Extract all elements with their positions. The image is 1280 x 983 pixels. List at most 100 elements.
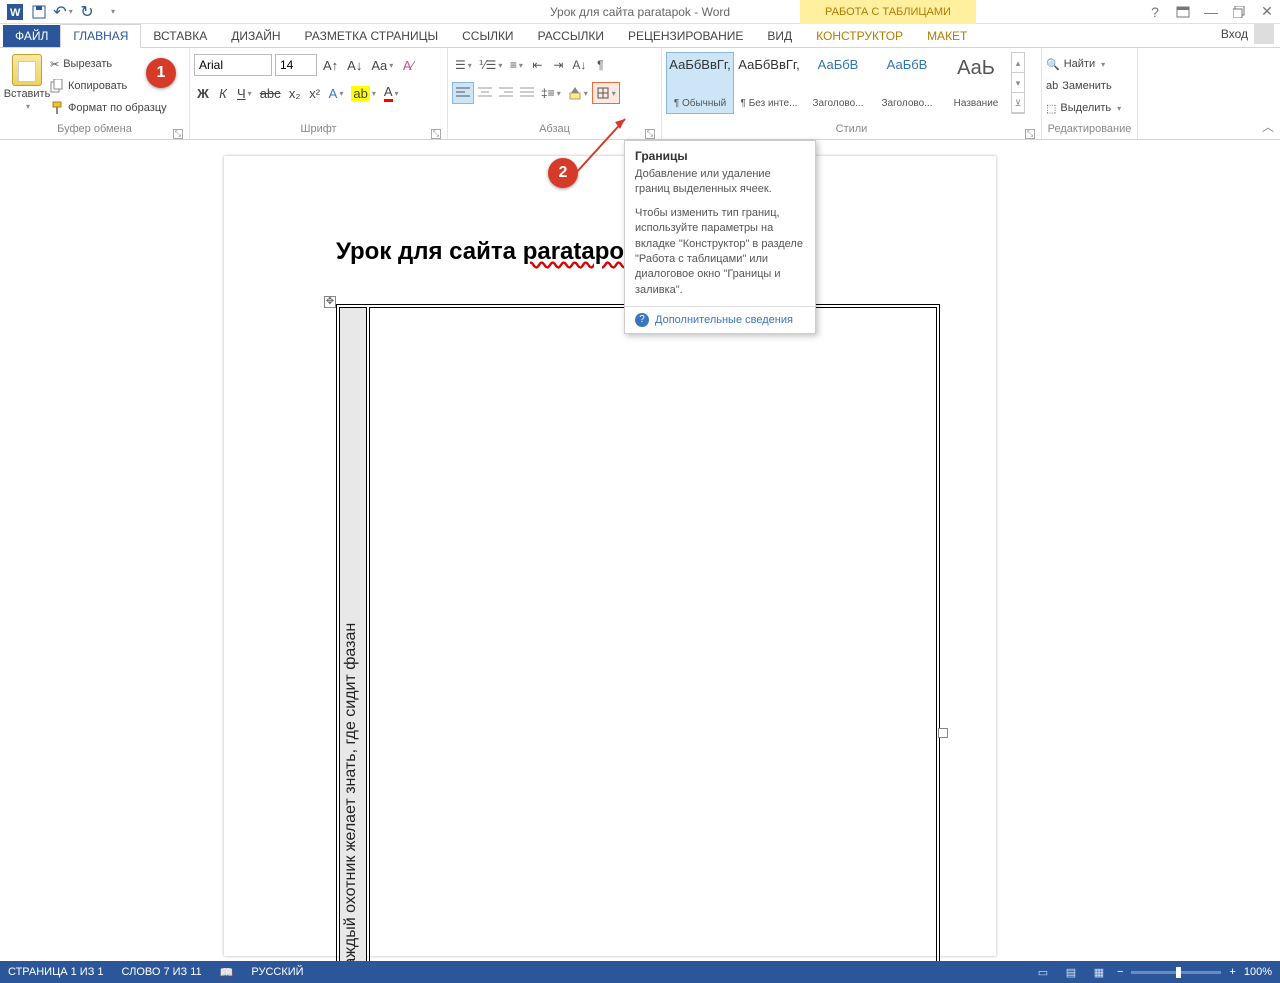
zoom-slider[interactable] (1131, 971, 1221, 974)
restore-button[interactable] (1230, 3, 1248, 21)
replace-icon: ab (1046, 80, 1058, 92)
undo-button[interactable]: ↶▾ (54, 3, 72, 21)
help-button[interactable]: ? (1146, 3, 1164, 21)
subscript-button[interactable]: x₂ (286, 82, 304, 104)
style-preview: АаЬ (957, 57, 995, 80)
zoom-in-button[interactable]: + (1229, 966, 1235, 978)
find-button[interactable]: 🔍Найти▾ (1046, 54, 1121, 74)
justify-button[interactable] (517, 82, 537, 104)
align-center-button[interactable] (475, 82, 495, 104)
tab-design[interactable]: ДИЗАЙН (219, 25, 292, 47)
status-words[interactable]: СЛОВО 7 ИЗ 11 (122, 966, 202, 978)
redo-button[interactable]: ↻ (78, 3, 96, 21)
save-button[interactable] (30, 3, 48, 21)
tooltip-more-link[interactable]: ?Дополнительные сведения (625, 306, 815, 333)
print-layout-button[interactable]: ▤ (1061, 964, 1081, 980)
align-left-button[interactable] (452, 82, 474, 104)
table-move-handle[interactable]: ✥ (324, 296, 336, 308)
style-no-spacing[interactable]: АаБбВвГг,¶ Без инте... (735, 52, 803, 114)
group-paragraph: ☰▾ ⅟☰▾ ≡▾ ⇤ ⇥ A↓ ¶ ‡≡▾ ▾ ▾ Абзац⤡ (448, 48, 662, 139)
tab-page-layout[interactable]: РАЗМЕТКА СТРАНИЦЫ (293, 25, 451, 47)
change-case-button[interactable]: Aa▾ (368, 54, 396, 76)
help-icon: ? (635, 313, 649, 327)
table-cell-vertical[interactable]: Каждый охотник желает знать, где сидит ф… (339, 307, 367, 961)
style-normal[interactable]: АаБбВвГг,¶ Обычный (666, 52, 734, 114)
page[interactable]: Урок для сайта paratapol ✥ Каждый охотни… (224, 156, 996, 956)
borders-button[interactable]: ▾ (592, 82, 620, 104)
clear-format-button[interactable]: A⁄ (399, 54, 417, 76)
replace-button[interactable]: abЗаменить (1046, 76, 1121, 96)
tooltip-title: Границы (625, 141, 815, 167)
minimize-button[interactable]: — (1202, 3, 1220, 21)
style-heading2[interactable]: АаБбВЗаголово... (873, 52, 941, 114)
tab-mailings[interactable]: РАССЫЛКИ (526, 25, 616, 47)
strike-button[interactable]: abc (257, 82, 284, 104)
paragraph-dialog-launcher[interactable]: ⤡ (645, 129, 655, 139)
bold-button[interactable]: Ж (194, 82, 212, 104)
web-layout-button[interactable]: ▦ (1089, 964, 1109, 980)
tab-home[interactable]: ГЛАВНАЯ (60, 24, 141, 48)
document-table[interactable]: Каждый охотник желает знать, где сидит ф… (336, 304, 940, 961)
grow-font-button[interactable]: A↑ (320, 54, 341, 76)
show-marks-button[interactable]: ¶ (590, 54, 610, 76)
clipboard-dialog-launcher[interactable]: ⤡ (173, 129, 183, 139)
text-effects-button[interactable]: A▾ (326, 82, 347, 104)
qat-customize[interactable]: ▾ (104, 3, 122, 21)
underline-button[interactable]: Ч▾ (234, 82, 255, 104)
font-dialog-launcher[interactable]: ⤡ (431, 129, 441, 139)
multilevel-button[interactable]: ≡▾ (506, 54, 526, 76)
proofing-icon[interactable]: 📖 (220, 966, 234, 979)
superscript-button[interactable]: x² (306, 82, 324, 104)
font-name-combo[interactable] (194, 54, 272, 76)
italic-button[interactable]: К (214, 82, 232, 104)
close-button[interactable]: ✕ (1258, 3, 1276, 21)
table-resize-handle[interactable] (938, 728, 948, 738)
ribbon: Вставить ▾ ✂Вырезать Копировать Формат п… (0, 48, 1280, 140)
callout-1: 1 (146, 58, 176, 88)
tab-table-design[interactable]: КОНСТРУКТОР (804, 25, 915, 47)
editing-group-label: Редактирование (1046, 123, 1133, 139)
numbering-button[interactable]: ⅟☰▾ (476, 54, 506, 76)
style-name: ¶ Обычный (674, 98, 726, 109)
zoom-out-button[interactable]: − (1117, 966, 1123, 978)
status-language[interactable]: РУССКИЙ (251, 966, 303, 978)
window-title: Урок для сайта paratapok - Word (550, 5, 730, 19)
styles-gallery[interactable]: АаБбВвГг,¶ Обычный АаБбВвГг,¶ Без инте..… (666, 50, 1037, 123)
font-color-button[interactable]: A▾ (381, 82, 402, 104)
styles-dialog-launcher[interactable]: ⤡ (1025, 129, 1035, 139)
bullets-button[interactable]: ☰▾ (452, 54, 475, 76)
sort-button[interactable]: A↓ (569, 54, 589, 76)
line-spacing-button[interactable]: ‡≡▾ (538, 82, 564, 104)
table-cell-empty[interactable] (369, 307, 937, 961)
tab-table-layout[interactable]: МАКЕТ (915, 25, 979, 47)
document-heading: Урок для сайта paratapol (336, 238, 631, 266)
tab-view[interactable]: ВИД (755, 25, 804, 47)
login-area[interactable]: Вход (1221, 24, 1274, 44)
tab-insert[interactable]: ВСТАВКА (141, 25, 219, 47)
align-right-button[interactable] (496, 82, 516, 104)
read-mode-button[interactable]: ▭ (1033, 964, 1053, 980)
decrease-indent-button[interactable]: ⇤ (527, 54, 547, 76)
shrink-font-button[interactable]: A↓ (344, 54, 365, 76)
ribbon-display-button[interactable] (1174, 3, 1192, 21)
highlight-button[interactable]: ab▾ (348, 82, 378, 104)
collapse-ribbon-button[interactable]: ︿ (1262, 118, 1274, 135)
style-title[interactable]: АаЬНазвание (942, 52, 1010, 114)
tab-review[interactable]: РЕЦЕНЗИРОВАНИЕ (616, 25, 755, 47)
increase-indent-button[interactable]: ⇥ (548, 54, 568, 76)
font-size-combo[interactable] (275, 54, 317, 76)
paste-button[interactable]: Вставить ▾ (4, 50, 50, 123)
tooltip-body-1: Добавление или удаление границ выделенны… (625, 167, 815, 206)
tab-file[interactable]: ФАЙЛ (3, 25, 60, 47)
font-group-label: Шрифт (300, 123, 336, 135)
status-page[interactable]: СТРАНИЦА 1 ИЗ 1 (8, 966, 104, 978)
styles-scroll[interactable]: ▴▾⊻ (1011, 52, 1025, 114)
select-button[interactable]: ⬚Выделить▾ (1046, 98, 1121, 118)
paste-label: Вставить (4, 88, 51, 100)
zoom-level[interactable]: 100% (1244, 966, 1272, 978)
style-heading1[interactable]: АаБбВЗаголово... (804, 52, 872, 114)
tab-references[interactable]: ССЫЛКИ (450, 25, 525, 47)
shading-button[interactable]: ▾ (565, 82, 591, 104)
format-painter-button[interactable]: Формат по образцу (50, 98, 167, 118)
style-name: ¶ Без инте... (741, 98, 798, 109)
